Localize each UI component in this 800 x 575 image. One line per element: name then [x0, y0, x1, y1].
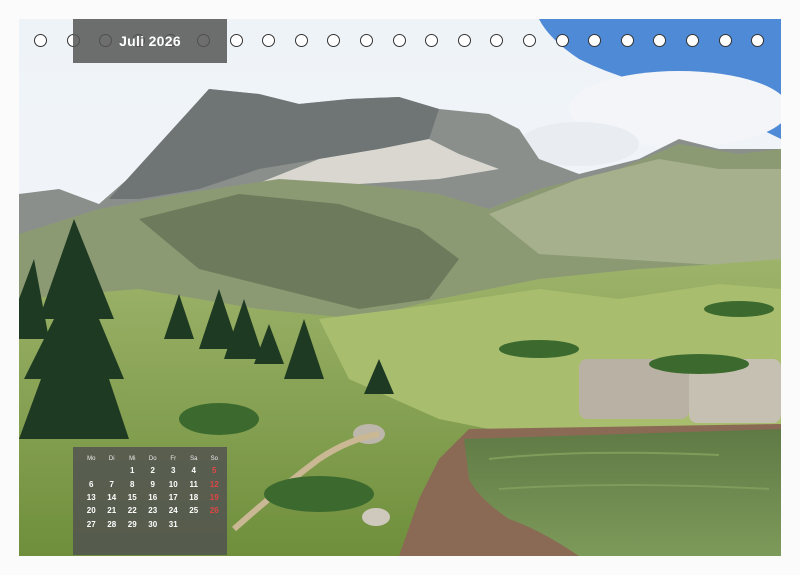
binding-hole	[588, 34, 602, 47]
binding-hole	[294, 34, 308, 47]
weekday-header: Mi	[129, 455, 136, 462]
sunday-cell: 5	[212, 466, 217, 476]
binding-hole	[555, 34, 569, 47]
day-cell: 9	[150, 479, 155, 489]
month-calendar-grid: Mo Di Mi Do Fr Sa So 1 2 3 4 5 6 7 8 9 1…	[73, 447, 227, 555]
weekday-header: Sa	[190, 455, 198, 462]
week-row: 6 7 8 9 10 11 12	[81, 477, 225, 490]
month-title: Juli 2026	[73, 19, 227, 63]
day-cell	[184, 518, 205, 531]
day-cell	[102, 464, 123, 477]
day-cell: 27	[86, 519, 96, 529]
sunday-cell	[204, 518, 225, 531]
day-cell: 17	[168, 492, 178, 502]
day-cell: 11	[189, 479, 198, 489]
sunday-cell: 12	[209, 479, 219, 489]
sunday-cell: 19	[209, 492, 219, 502]
day-cell: 2	[150, 466, 155, 476]
day-cell: 14	[107, 492, 117, 502]
binding-hole	[392, 34, 406, 47]
binding-hole	[425, 34, 439, 47]
weekday-header-row: Mo Di Mi Do Fr Sa So	[81, 453, 225, 464]
binding-hole	[262, 34, 276, 47]
day-cell: 10	[168, 479, 178, 489]
day-cell: 18	[189, 492, 199, 502]
sunday-cell: 26	[209, 506, 219, 516]
day-cell: 6	[89, 479, 94, 489]
day-cell	[81, 464, 102, 477]
day-cell: 29	[127, 519, 137, 529]
week-row: 27 28 29 30 31	[81, 518, 225, 531]
day-cell: 4	[191, 466, 196, 476]
day-cell: 20	[86, 506, 96, 516]
weekday-header: Fr	[170, 455, 177, 462]
weekday-header: So	[210, 455, 218, 462]
week-row: 13 14 15 16 17 18 19	[81, 491, 225, 504]
day-cell: 8	[130, 479, 135, 489]
day-cell: 31	[168, 519, 178, 529]
day-cell: 28	[107, 519, 117, 529]
week-row: 1 2 3 4 5	[81, 464, 225, 477]
day-cell: 21	[107, 506, 117, 516]
calendar-page: Juli 2026 Mo Di Mi Do Fr Sa So 1 2 3 4 5…	[0, 0, 800, 575]
day-cell: 23	[148, 506, 158, 516]
weekday-header: Do	[148, 455, 157, 462]
binding-hole	[653, 34, 667, 47]
binding-hole	[686, 34, 699, 47]
binding-hole	[34, 34, 47, 47]
binding-hole	[229, 34, 243, 47]
week-row: 20 21 22 23 24 25 26	[81, 504, 225, 517]
weekday-header: Di	[108, 455, 115, 462]
binding-hole	[490, 34, 504, 47]
day-cell: 13	[86, 492, 96, 502]
day-cell: 22	[127, 506, 137, 516]
day-cell: 30	[148, 519, 158, 529]
binding-hole	[360, 34, 373, 47]
binding-hole	[327, 34, 341, 47]
day-cell: 15	[127, 492, 137, 502]
binding-hole	[751, 34, 765, 47]
binding-hole	[457, 34, 471, 47]
day-cell: 24	[168, 506, 178, 516]
binding-hole	[620, 34, 634, 47]
day-cell: 16	[148, 492, 158, 502]
binding-hole	[523, 34, 536, 47]
day-cell: 1	[130, 466, 135, 476]
day-cell: 7	[109, 479, 114, 489]
binding-hole	[718, 34, 732, 47]
day-cell: 25	[189, 506, 199, 516]
weekday-header: Mo	[87, 455, 96, 462]
rock	[362, 508, 390, 526]
day-cell: 3	[171, 466, 176, 476]
